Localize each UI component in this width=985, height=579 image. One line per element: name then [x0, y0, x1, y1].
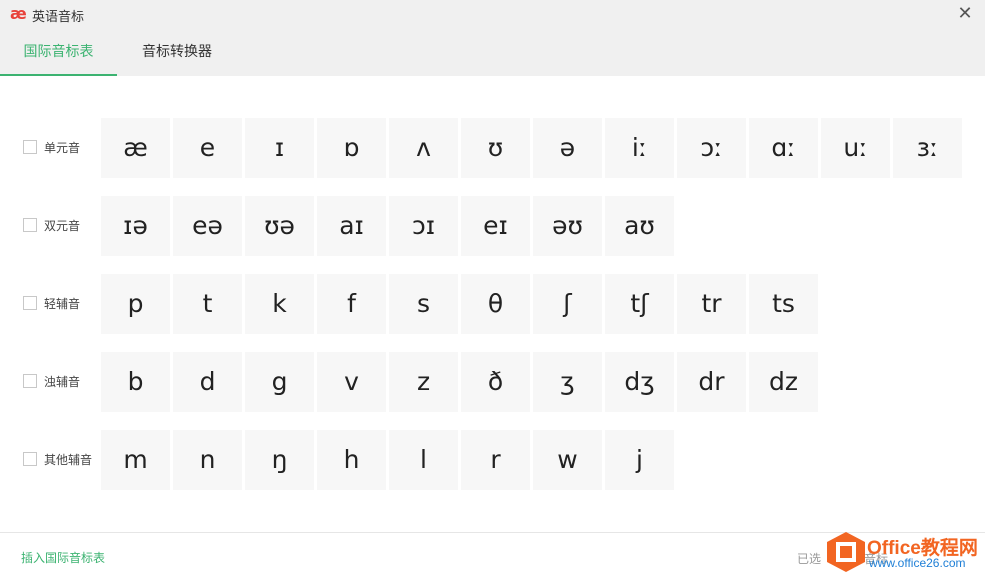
phonetic-symbol-button[interactable]: h: [317, 430, 386, 490]
close-button[interactable]: ✕: [955, 4, 975, 24]
tab-phonetic-converter[interactable]: 音标转换器: [117, 28, 237, 76]
phonetic-symbol-button[interactable]: ɪə: [101, 196, 170, 256]
phonetic-symbol-button[interactable]: iː: [605, 118, 674, 178]
row-checkbox[interactable]: [23, 374, 37, 388]
phonetic-row: 轻辅音 p t k f s θ ʃ tʃ tr ts: [0, 274, 985, 334]
selected-count-label: 已选: [797, 552, 822, 566]
window-title: 英语音标: [32, 9, 85, 24]
watermark-url: www.office26.com: [869, 556, 966, 570]
phonetic-symbol-button[interactable]: b: [101, 352, 170, 412]
phonetic-symbol-button[interactable]: t: [173, 274, 242, 334]
phonetic-symbol-button[interactable]: ts: [749, 274, 818, 334]
phonetic-symbol-button[interactable]: z: [389, 352, 458, 412]
phonetic-symbol-button[interactable]: dr: [677, 352, 746, 412]
phonetic-symbol-button[interactable]: ŋ: [245, 430, 314, 490]
watermark: Office教程网 www.office26.com: [825, 530, 985, 576]
phonetic-symbol-button[interactable]: s: [389, 274, 458, 334]
phonetic-symbol-button[interactable]: eɪ: [461, 196, 530, 256]
phonetic-symbol-button[interactable]: ə: [533, 118, 602, 178]
row-label: 双元音: [44, 219, 81, 233]
row-label: 浊辅音: [44, 375, 81, 389]
phonetic-symbol-button[interactable]: ʃ: [533, 274, 602, 334]
phonetic-symbol-button[interactable]: ɑː: [749, 118, 818, 178]
phonetic-symbol-button[interactable]: dʒ: [605, 352, 674, 412]
phonetic-symbol-button[interactable]: m: [101, 430, 170, 490]
phonetic-symbol-button[interactable]: ɒ: [317, 118, 386, 178]
tab-phonetic-table[interactable]: 国际音标表: [0, 28, 117, 76]
phonetic-row: 其他辅音 m n ŋ h l r w j: [0, 430, 985, 490]
phonetic-symbol-button[interactable]: dz: [749, 352, 818, 412]
phonetic-symbol-button[interactable]: e: [173, 118, 242, 178]
phonetic-symbol-button[interactable]: ɔɪ: [389, 196, 458, 256]
phonetic-symbol-button[interactable]: n: [173, 430, 242, 490]
phonetic-row: 单元音 æ e ɪ ɒ ʌ ʊ ə iː ɔː ɑː uː ɜː: [0, 118, 985, 178]
row-label: 单元音: [44, 141, 81, 155]
row-checkbox[interactable]: [23, 452, 37, 466]
phonetic-symbol-button[interactable]: ð: [461, 352, 530, 412]
phonetic-symbol-button[interactable]: ʒ: [533, 352, 602, 412]
phonetic-symbol-button[interactable]: aʊ: [605, 196, 674, 256]
phonetic-symbol-button[interactable]: k: [245, 274, 314, 334]
phonetic-symbol-button[interactable]: eə: [173, 196, 242, 256]
phonetic-symbol-button[interactable]: l: [389, 430, 458, 490]
phonetic-symbol-button[interactable]: uː: [821, 118, 890, 178]
phonetic-symbol-button[interactable]: j: [605, 430, 674, 490]
phonetic-symbol-button[interactable]: w: [533, 430, 602, 490]
phonetic-symbol-button[interactable]: tr: [677, 274, 746, 334]
phonetic-symbol-button[interactable]: f: [317, 274, 386, 334]
phonetic-symbol-button[interactable]: æ: [101, 118, 170, 178]
phonetic-symbol-button[interactable]: aɪ: [317, 196, 386, 256]
phonetic-symbol-button[interactable]: r: [461, 430, 530, 490]
row-label: 轻辅音: [44, 297, 81, 311]
row-checkbox[interactable]: [23, 140, 37, 154]
row-checkbox[interactable]: [23, 218, 37, 232]
tab-bar: 国际音标表 音标转换器: [0, 28, 985, 76]
phonetic-symbol-button[interactable]: tʃ: [605, 274, 674, 334]
office-logo-icon: [827, 532, 865, 572]
phonetic-symbol-button[interactable]: d: [173, 352, 242, 412]
phonetic-symbol-button[interactable]: əʊ: [533, 196, 602, 256]
insert-phonetic-table-link[interactable]: 插入国际音标表: [21, 549, 105, 566]
row-checkbox[interactable]: [23, 296, 37, 310]
phonetic-symbol-button[interactable]: ɜː: [893, 118, 962, 178]
phonetic-symbol-button[interactable]: ʊə: [245, 196, 314, 256]
phonetic-symbol-button[interactable]: v: [317, 352, 386, 412]
phonetic-symbol-button[interactable]: θ: [461, 274, 530, 334]
row-label: 其他辅音: [44, 453, 93, 467]
phonetic-symbol-button[interactable]: p: [101, 274, 170, 334]
phonetic-symbol-button[interactable]: ɪ: [245, 118, 314, 178]
phonetic-symbol-button[interactable]: ʌ: [389, 118, 458, 178]
phonetic-symbol-button[interactable]: ɔː: [677, 118, 746, 178]
phonetic-row: 双元音 ɪə eə ʊə aɪ ɔɪ eɪ əʊ aʊ: [0, 196, 985, 256]
app-logo-icon: æ: [10, 4, 27, 23]
title-bar: æ 英语音标 ✕: [0, 0, 985, 28]
phonetic-row: 浊辅音 b d g v z ð ʒ dʒ dr dz: [0, 352, 985, 412]
phonetic-symbol-button[interactable]: g: [245, 352, 314, 412]
phonetic-symbol-button[interactable]: ʊ: [461, 118, 530, 178]
